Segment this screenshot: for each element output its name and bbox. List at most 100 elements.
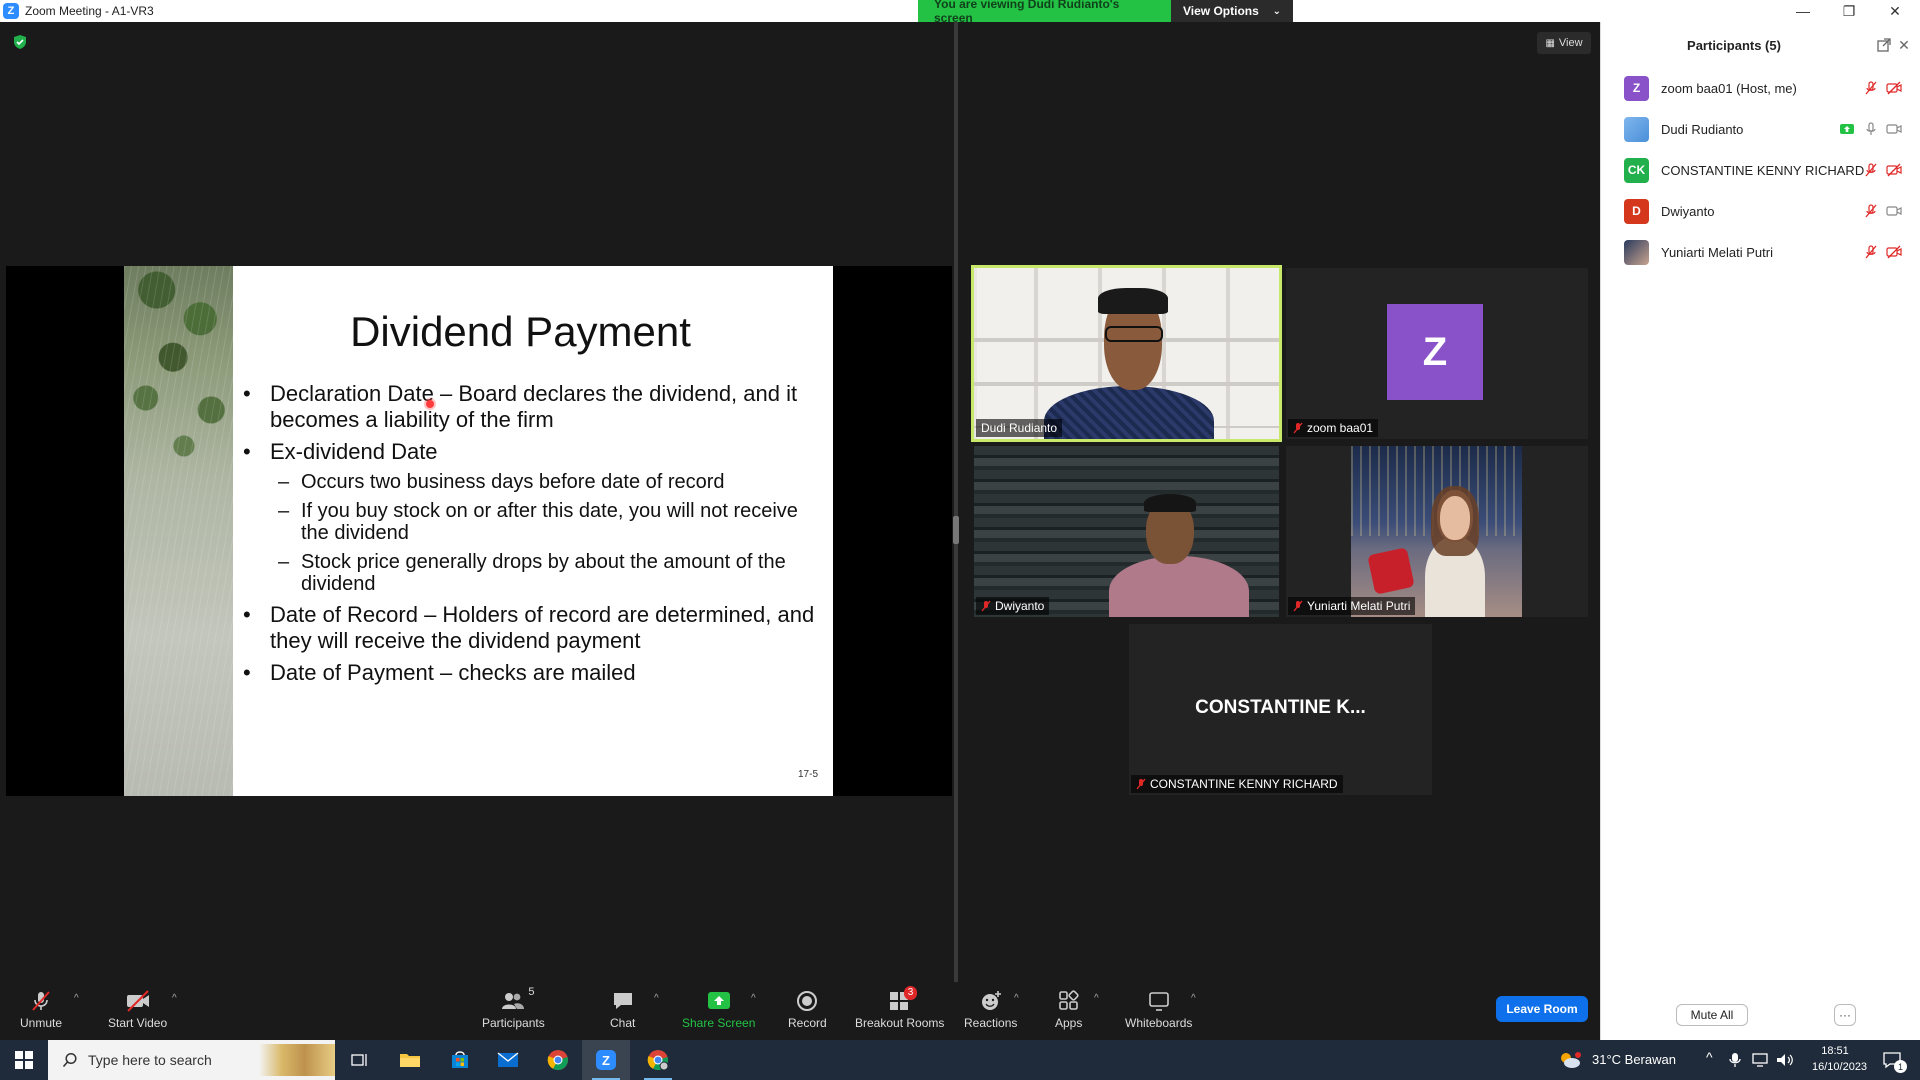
viewing-banner: You are viewing Dudi Rudianto's screen V… — [918, 0, 1293, 25]
whiteboards-button[interactable]: Whiteboards — [1125, 988, 1192, 1030]
audio-options-caret[interactable]: ^ — [74, 993, 79, 1004]
start-button[interactable] — [0, 1040, 48, 1080]
store-app[interactable] — [436, 1040, 484, 1080]
volume-icon[interactable] — [1776, 1052, 1794, 1068]
share-screen-button[interactable]: Share Screen — [682, 988, 755, 1030]
view-button[interactable]: ▦ View — [1537, 32, 1591, 54]
pop-out-icon[interactable] — [1875, 36, 1893, 54]
mic-muted-icon — [32, 991, 50, 1011]
participant-row[interactable]: CK CONSTANTINE KENNY RICHARD — [1601, 150, 1920, 190]
mic-icon[interactable] — [1863, 121, 1879, 137]
mic-muted-icon[interactable] — [1863, 162, 1879, 178]
mail-app[interactable] — [484, 1040, 532, 1080]
participants-button[interactable]: 5 Participants — [482, 986, 545, 1030]
reactions-label: Reactions — [964, 1016, 1018, 1030]
tile-name-label: zoom baa01 — [1288, 419, 1379, 437]
weather-text[interactable]: 31°C Berawan — [1592, 1052, 1676, 1067]
mic-muted-icon[interactable] — [1863, 244, 1879, 260]
video-icon[interactable] — [1886, 121, 1902, 137]
close-window-button[interactable]: ✕ — [1872, 0, 1918, 22]
sub-bullet-item: Occurs two business days before date of … — [233, 471, 833, 493]
avatar — [1624, 239, 1649, 265]
video-off-icon[interactable] — [1886, 80, 1902, 96]
tile-name-text: Dudi Rudianto — [981, 421, 1058, 435]
shield-icon[interactable] — [12, 34, 28, 50]
window-title: Zoom Meeting - A1-VR3 — [25, 4, 154, 18]
network-icon[interactable] — [1752, 1052, 1770, 1068]
zoom-taskbar-app[interactable]: Z — [582, 1040, 630, 1080]
participants-count: 5 — [528, 986, 535, 998]
chevron-up-icon[interactable]: ^ — [1706, 1049, 1713, 1065]
notifications-button[interactable]: 1 — [1872, 1040, 1912, 1080]
slide-page-number: 17-5 — [797, 769, 818, 780]
participant-row[interactable]: Yuniarti Melati Putri — [1601, 232, 1920, 272]
leave-room-button[interactable]: Leave Room — [1496, 996, 1588, 1022]
tile-name-label: CONSTANTINE KENNY RICHARD — [1131, 775, 1343, 793]
restore-button[interactable]: ❐ — [1826, 0, 1872, 22]
reactions-button[interactable]: Reactions — [964, 988, 1017, 1030]
tile-name-label: Dudi Rudianto — [976, 419, 1063, 437]
microphone-tray-icon[interactable] — [1728, 1052, 1742, 1068]
tile-name-text: Dwiyanto — [995, 599, 1045, 613]
file-explorer-app[interactable] — [386, 1040, 434, 1080]
whiteboards-options-caret[interactable]: ^ — [1191, 993, 1196, 1004]
start-video-button[interactable]: Start Video — [108, 988, 167, 1030]
taskbar-search-box[interactable]: Type here to search — [48, 1040, 335, 1080]
record-button[interactable]: Record — [788, 988, 827, 1030]
chrome-app[interactable] — [534, 1040, 582, 1080]
video-tile-zoom-baa01[interactable]: Z zoom baa01 — [1286, 268, 1588, 439]
tile-name-label: Yuniarti Melati Putri — [1288, 597, 1416, 615]
video-tile-yuniarti[interactable]: Yuniarti Melati Putri — [1286, 446, 1588, 617]
taskbar-clock[interactable]: 18:51 16/10/2023 — [1812, 1043, 1867, 1075]
sub-bullet-item: Stock price generally drops by about the… — [233, 551, 833, 595]
participant-name: Yuniarti Melati Putri — [1661, 244, 1773, 260]
mute-all-button[interactable]: Mute All — [1676, 1004, 1748, 1026]
view-button-label: View — [1558, 37, 1583, 49]
minimize-button[interactable]: — — [1780, 0, 1826, 22]
tile-name-label: Dwiyanto — [976, 597, 1050, 615]
reactions-options-caret[interactable]: ^ — [1014, 993, 1019, 1004]
participant-row[interactable]: D Dwiyanto — [1601, 191, 1920, 231]
video-tile-dwiyanto[interactable]: Dwiyanto — [974, 446, 1279, 617]
task-view-button[interactable] — [336, 1040, 384, 1080]
avatar: D — [1624, 198, 1649, 224]
record-label: Record — [788, 1016, 827, 1030]
windows-logo-icon — [15, 1051, 33, 1069]
breakout-rooms-button[interactable]: 3 Breakout Rooms — [855, 986, 944, 1030]
mic-muted-icon[interactable] — [1863, 80, 1879, 96]
chat-options-caret[interactable]: ^ — [654, 993, 659, 1004]
more-options-button[interactable]: ··· — [1834, 1004, 1856, 1026]
participant-row[interactable]: Dudi Rudianto — [1601, 109, 1920, 149]
sub-bullet-item: If you buy stock on or after this date, … — [233, 500, 833, 544]
apps-label: Apps — [1055, 1016, 1083, 1030]
chrome-profile-app[interactable] — [634, 1040, 682, 1080]
video-tile-constantine[interactable]: CONSTANTINE K... CONSTANTINE KENNY RICHA… — [1129, 624, 1432, 795]
meeting-area: ▦ View Dividend Payment Declaration Date… — [0, 22, 1600, 982]
weather-icon[interactable] — [1558, 1050, 1582, 1070]
apps-options-caret[interactable]: ^ — [1094, 993, 1099, 1004]
view-options-button[interactable]: View Options ⌄ — [1171, 0, 1293, 22]
clock-time: 18:51 — [1821, 1045, 1849, 1057]
video-options-caret[interactable]: ^ — [172, 993, 177, 1004]
split-divider[interactable] — [953, 22, 959, 982]
participant-row[interactable]: Z zoom baa01 (Host, me) — [1601, 68, 1920, 108]
apps-button[interactable]: Apps — [1055, 988, 1082, 1030]
avatar: CK — [1624, 157, 1649, 183]
breakout-badge: 3 — [903, 986, 918, 1000]
mic-muted-icon — [981, 600, 991, 612]
share-options-caret[interactable]: ^ — [751, 993, 756, 1004]
unmute-button[interactable]: Unmute — [20, 988, 62, 1030]
video-icon[interactable] — [1886, 203, 1902, 219]
close-panel-icon[interactable]: ✕ — [1895, 36, 1913, 54]
search-icon — [62, 1052, 77, 1068]
mic-muted-icon — [1293, 600, 1303, 612]
mic-muted-icon[interactable] — [1863, 203, 1879, 219]
chat-button[interactable]: Chat — [610, 988, 635, 1030]
share-screen-icon — [707, 992, 730, 1009]
video-tile-dudi[interactable]: Dudi Rudianto — [971, 265, 1282, 442]
participant-name: Dudi Rudianto — [1661, 121, 1744, 137]
video-off-icon[interactable] — [1886, 244, 1902, 260]
divider-handle[interactable] — [953, 516, 959, 544]
video-off-icon[interactable] — [1886, 162, 1902, 178]
share-screen-label: Share Screen — [682, 1016, 756, 1030]
